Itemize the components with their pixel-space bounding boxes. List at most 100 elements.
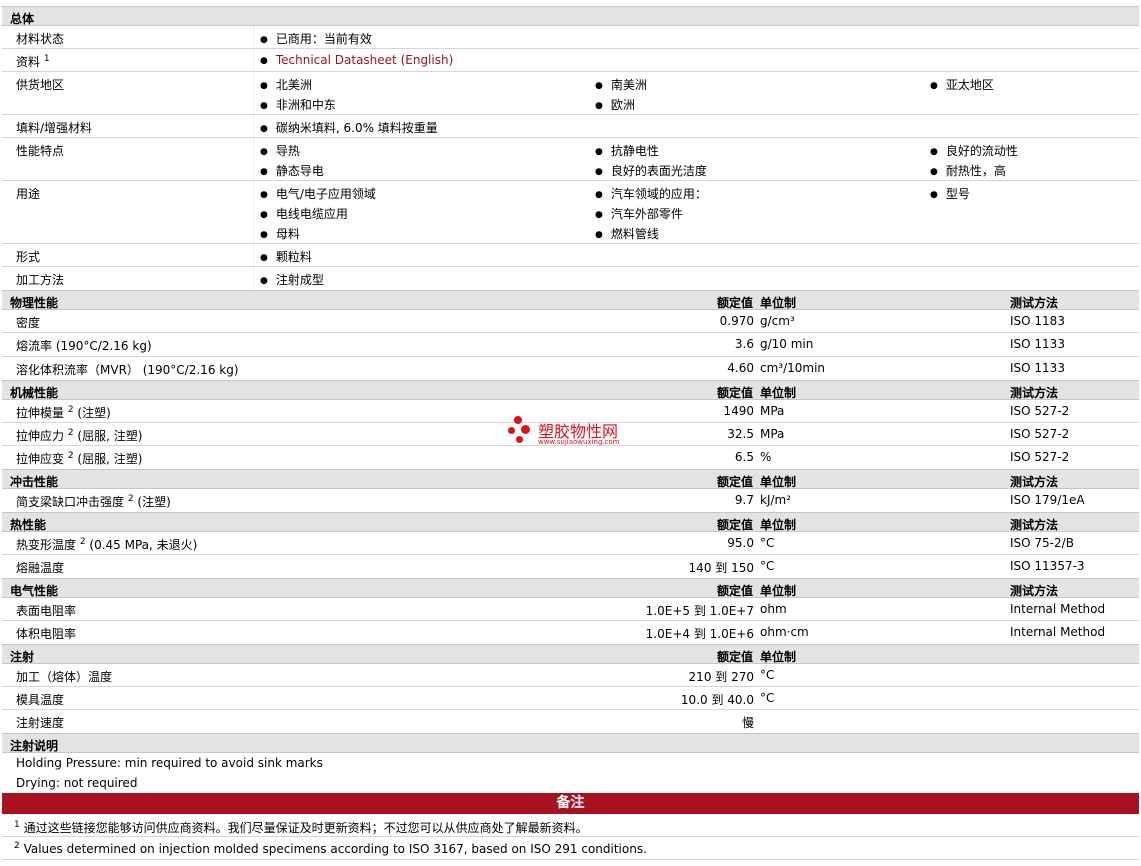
- property-row: 表面电阻率 1.0E+5 到 1.0E+7 ohm Internal Method: [2, 598, 1139, 621]
- header-method: 测试方法: [1010, 518, 1059, 532]
- row-label: 加工方法: [16, 273, 65, 287]
- property-label: 注射速度: [16, 716, 65, 730]
- row-label: 用途: [16, 187, 41, 201]
- property-value: 3.6: [734, 337, 754, 351]
- property-value: 6.5: [734, 450, 754, 464]
- section-impact: 冲击性能 额定值 单位制 测试方法: [2, 469, 1139, 489]
- property-value: 210 到 270: [688, 670, 754, 684]
- property-value: 4.60: [727, 361, 754, 375]
- property-row: 溶化体积流率（MVR） (190°C/2.16 kg) 4.60 cm³/10min…: [2, 357, 1139, 380]
- material-status-value: 已商用：当前有效: [260, 30, 372, 47]
- test-method: ISO 527-2: [1010, 427, 1070, 441]
- section-mechanical: 机械性能 额定值 单位制 测试方法: [2, 380, 1139, 400]
- section-physical: 物理性能 额定值 单位制 测试方法: [2, 290, 1139, 310]
- property-row: 热变形温度 2 (0.45 MPa, 未退火) 95.0 °C ISO 75-2/B: [2, 532, 1139, 555]
- property-unit: %: [760, 450, 772, 464]
- property-row: 体积电阻率 1.0E+4 到 1.0E+6 ohm·cm Internal Metho…: [2, 621, 1139, 644]
- section-thermal: 热性能 额定值 单位制 测试方法: [2, 512, 1139, 532]
- row-label: 资料 1: [16, 54, 50, 70]
- watermark-url: www.sujiaowuxing.com: [538, 438, 620, 446]
- property-value: 140 到 150: [688, 561, 754, 575]
- row-processing: 加工方法 注射成型: [2, 267, 1139, 290]
- header-method: 测试方法: [1010, 386, 1059, 400]
- header-unit: 单位制: [760, 296, 797, 310]
- test-method: Internal Method: [1010, 602, 1106, 616]
- datasheet-link-item: Technical Datasheet (English): [260, 53, 453, 67]
- property-label: 热变形温度 2 (0.45 MPa, 未退火): [16, 537, 198, 553]
- property-unit: cm³/10min: [760, 361, 826, 375]
- property-unit: g/cm³: [760, 314, 795, 328]
- test-method: ISO 527-2: [1010, 450, 1070, 464]
- property-value: 0.970: [719, 314, 754, 328]
- test-method: ISO 179/1eA: [1010, 493, 1085, 507]
- property-value: 1.0E+5 到 1.0E+7: [645, 604, 754, 618]
- property-label: 密度: [16, 316, 41, 330]
- property-value: 1.0E+4 到 1.0E+6: [645, 627, 754, 641]
- header-unit: 单位制: [760, 386, 797, 400]
- section-injection: 注射 额定值 单位制: [2, 644, 1139, 664]
- region-item: 非洲和中东: [260, 96, 336, 113]
- technical-datasheet-link[interactable]: Technical Datasheet (English): [276, 53, 453, 67]
- property-label: 拉伸应力 2 (屈服, 注塑): [16, 428, 143, 444]
- property-row: 注射速度 慢: [2, 710, 1139, 733]
- section-title: 机械性能: [10, 386, 59, 400]
- property-value: 1490: [723, 404, 754, 418]
- use-item: 型号: [930, 185, 970, 202]
- property-row: 简支梁缺口冲击强度 2 (注塑) 9.7 kJ/m² ISO 179/1eA: [2, 489, 1139, 512]
- use-item: 汽车领域的应用：: [595, 185, 707, 202]
- property-label: 溶化体积流率（MVR） (190°C/2.16 kg): [16, 363, 239, 377]
- header-rated: 额定值: [716, 475, 753, 489]
- property-row: 加工（熔体）温度 210 到 270 °C: [2, 664, 1139, 687]
- section-title: 注射说明: [10, 739, 59, 753]
- feature-item: 耐热性，高: [930, 162, 1006, 179]
- property-sections: 物理性能 额定值 单位制 测试方法 密度 0.970 g/cm³ ISO 1183 熔流率 (1…: [2, 290, 1139, 733]
- row-label: 形式: [16, 250, 41, 264]
- row-docs: 资料 1 Technical Datasheet (English): [2, 49, 1139, 72]
- header-unit: 单位制: [760, 584, 797, 598]
- feature-item: 抗静电性: [595, 142, 659, 159]
- property-label: 熔融温度: [16, 561, 65, 575]
- property-label: 表面电阻率: [16, 604, 77, 618]
- property-row: 密度 0.970 g/cm³ ISO 1183: [2, 310, 1139, 333]
- property-label: 拉伸模量 2 (注塑): [16, 405, 111, 421]
- header-rated: 额定值: [716, 650, 753, 664]
- use-item: 电气/电子应用领域: [260, 185, 376, 202]
- property-unit: kJ/m²: [760, 493, 792, 507]
- region-item: 南美洲: [595, 76, 647, 93]
- header-method: 测试方法: [1010, 475, 1059, 489]
- footnote: 2 Values determined on injection molded …: [2, 837, 1139, 860]
- test-method: Internal Method: [1010, 625, 1106, 639]
- test-method: ISO 527-2: [1010, 404, 1070, 418]
- header-rated: 额定值: [716, 296, 753, 310]
- row-label: 材料状态: [16, 32, 65, 46]
- row-features: 性能特点 导热 抗静电性 良好的流动性 静态导电 良好的表面光洁度 耐热性，高: [2, 138, 1139, 181]
- feature-item: 导热: [260, 142, 300, 159]
- row-filler: 填料/增强材料 碳纳米填料, 6.0% 填料按重量: [2, 115, 1139, 138]
- property-label: 拉伸应变 2 (屈服, 注塑): [16, 451, 143, 467]
- filler-value: 碳纳米填料, 6.0% 填料按重量: [260, 119, 438, 136]
- section-title: 注射: [10, 650, 35, 664]
- header-unit: 单位制: [760, 475, 797, 489]
- use-item: 燃料管线: [595, 225, 659, 242]
- section-electrical: 电气性能 额定值 单位制 测试方法: [2, 578, 1139, 598]
- property-label: 简支梁缺口冲击强度 2 (注塑): [16, 494, 171, 510]
- property-label: 模具温度: [16, 693, 65, 707]
- feature-item: 静态导电: [260, 162, 324, 179]
- use-item: 汽车外部零件: [595, 205, 683, 222]
- property-label: 加工（熔体）温度: [16, 670, 113, 684]
- section-title: 冲击性能: [10, 475, 59, 489]
- watermark-logo: 塑胶物性网 www.sujiaowuxing.com: [508, 414, 638, 454]
- region-item: 北美洲: [260, 76, 312, 93]
- header-rated: 额定值: [716, 386, 753, 400]
- property-row: 模具温度 10.0 到 40.0 °C: [2, 687, 1139, 710]
- property-row: 熔融温度 140 到 150 °C ISO 11357-3: [2, 555, 1139, 578]
- row-label: 填料/增强材料: [16, 121, 93, 135]
- property-unit: °C: [760, 536, 775, 550]
- test-method: ISO 11357-3: [1010, 559, 1085, 573]
- use-item: 母料: [260, 225, 300, 242]
- section-general: 总体: [2, 6, 1139, 26]
- property-label: 体积电阻率: [16, 627, 77, 641]
- property-unit: °C: [760, 691, 775, 705]
- section-title: 物理性能: [10, 296, 59, 310]
- property-unit: ohm: [760, 602, 787, 616]
